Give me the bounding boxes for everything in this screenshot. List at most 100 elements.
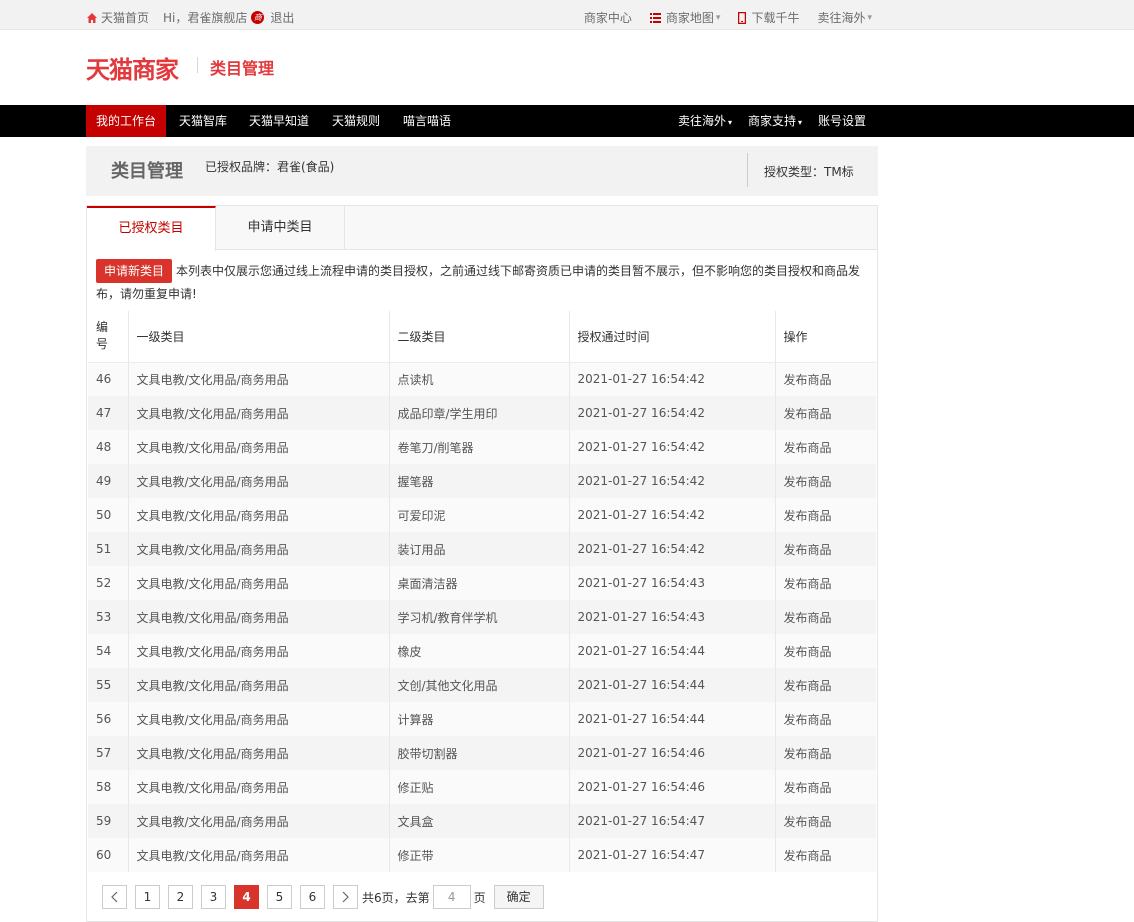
nav-item-overseas[interactable]: 卖往海外 ▾ [668,105,742,137]
row-level2-category: 卷笔刀/削笔器 [389,430,570,464]
row-level2-category: 可爱印泥 [389,498,570,532]
chevron-down-icon: ▾ [867,12,872,23]
table-row: 51 文具电教/文化用品/商务用品 装订用品 2021-01-27 16:54:42 发… [88,532,876,566]
row-level2-category: 橡皮 [389,634,570,668]
divider [747,153,748,187]
nav-item-rules[interactable]: 天猫规则 [322,105,390,137]
tmall-merchant-logo[interactable]: 天猫商家 [86,50,179,85]
publish-product-link[interactable]: 发布商品 [775,396,876,430]
row-level1-category: 文具电教/文化用品/商务用品 [128,498,390,532]
row-approved-time: 2021-01-27 16:54:46 [569,736,776,770]
prev-page-button[interactable] [102,885,127,909]
chevron-down-icon: ▾ [728,118,733,127]
goto-page-input[interactable]: 4 [432,885,471,909]
table-row: 50 文具电教/文化用品/商务用品 可爱印泥 2021-01-27 16:54:42 发… [88,498,876,532]
confirm-goto-button[interactable]: 确定 [493,885,544,909]
row-approved-time: 2021-01-27 16:54:42 [569,498,776,532]
publish-product-link[interactable]: 发布商品 [775,430,876,464]
apply-category-button[interactable]: 申请新类目 [96,259,173,283]
row-approved-time: 2021-01-27 16:54:42 [569,430,776,464]
publish-product-link[interactable]: 发布商品 [775,362,876,396]
page-suffix: 页 [473,890,486,905]
publish-product-link[interactable]: 发布商品 [775,770,876,804]
merchant-map-link[interactable]: 商家地图 ▾ [649,9,721,26]
publish-product-link[interactable]: 发布商品 [775,566,876,600]
row-level1-category: 文具电教/文化用品/商务用品 [128,566,390,600]
authorized-brand: 已授权品牌：君雀(食品) [205,160,335,174]
table-row: 49 文具电教/文化用品/商务用品 握笔器 2021-01-27 16:54:42 发布… [88,464,876,498]
page-title: 类目管理 [111,161,183,182]
nav-item-think-tank[interactable]: 天猫智库 [169,105,237,137]
row-approved-time: 2021-01-27 16:54:44 [569,634,776,668]
page-button[interactable]: 3 [201,885,226,909]
page-button[interactable]: 4 [234,885,259,909]
row-level1-category: 文具电教/文化用品/商务用品 [128,600,390,634]
publish-product-link[interactable]: 发布商品 [775,532,876,566]
row-level2-category: 握笔器 [389,464,570,498]
page-button[interactable]: 5 [267,885,292,909]
page-button[interactable]: 2 [168,885,193,909]
publish-product-link[interactable]: 发布商品 [775,634,876,668]
table-row: 58 文具电教/文化用品/商务用品 修正贴 2021-01-27 16:54:46 发布… [88,770,876,804]
publish-product-link[interactable]: 发布商品 [775,702,876,736]
row-level2-category: 点读机 [389,362,570,396]
notice-text: 本列表中仅展示您通过线上流程申请的类目授权，之前通过线下邮寄资质已申请的类目暂不… [96,264,861,301]
publish-product-link[interactable]: 发布商品 [775,464,876,498]
publish-product-link[interactable]: 发布商品 [775,600,876,634]
row-level2-category: 桌面清洁器 [389,566,570,600]
row-number: 56 [88,702,129,736]
overseas-link[interactable]: 卖往海外 ▾ [817,9,872,26]
row-level1-category: 文具电教/文化用品/商务用品 [128,634,390,668]
home-link[interactable]: 天猫首页 [101,9,149,26]
row-level1-category: 文具电教/文化用品/商务用品 [128,804,390,838]
chevron-down-icon: ▾ [715,12,721,23]
publish-product-link[interactable]: 发布商品 [775,498,876,532]
publish-product-link[interactable]: 发布商品 [775,736,876,770]
merchant-center-link[interactable]: 商家中心 [584,9,632,26]
nav-item-account-settings[interactable]: 账号设置 [808,105,876,137]
row-level2-category: 胶带切割器 [389,736,570,770]
row-number: 52 [88,566,129,600]
publish-product-link[interactable]: 发布商品 [775,668,876,702]
header-subtitle: 类目管理 [210,59,275,78]
row-approved-time: 2021-01-27 16:54:42 [569,464,776,498]
table-row: 46 文具电教/文化用品/商务用品 点读机 2021-01-27 16:54:42 发布… [88,362,876,396]
row-number: 59 [88,804,129,838]
nav-item-early-news[interactable]: 天猫早知道 [239,105,319,137]
top-bar: 天猫首页 Hi，君雀旗舰店 商 退出 商家中心 商家地图 ▾ 下载千牛 卖往海外 ▾ [0,0,1134,30]
table-row: 56 文具电教/文化用品/商务用品 计算器 2021-01-27 16:54:44 发布… [88,702,876,736]
tab-pending-categories[interactable]: 申请中类目 [216,206,345,250]
nav-item-community[interactable]: 喵言喵语 [393,105,461,137]
phone-icon [738,11,747,24]
category-table: 编号 一级类目 二级类目 授权通过时间 操作 46 文具电教/文化用品/商务用品点… [88,311,876,872]
row-level2-category: 文具盒 [389,804,570,838]
next-page-button[interactable] [333,885,358,909]
page-button[interactable]: 6 [300,885,325,909]
chevron-left-icon [111,891,118,903]
row-level2-category: 修正贴 [389,770,570,804]
row-number: 53 [88,600,129,634]
nav-item-support[interactable]: 商家支持 ▾ [738,105,812,137]
download-link[interactable]: 下载千牛 [738,9,799,26]
publish-product-link[interactable]: 发布商品 [775,804,876,838]
notice: 申请新类目 本列表中仅展示您通过线上流程申请的类目授权，之前通过线下邮寄资质已申请… [96,259,876,305]
authorization-type: 授权类型：TM标 [764,165,854,179]
col-header-approved-time: 授权通过时间 [569,311,776,363]
table-row: 60 文具电教/文化用品/商务用品 修正带 2021-01-27 16:54:47 发布… [88,838,876,872]
row-level1-category: 文具电教/文化用品/商务用品 [128,532,390,566]
row-level2-category: 成品印章/学生用印 [389,396,570,430]
row-number: 54 [88,634,129,668]
logout-link[interactable]: 退出 [270,9,294,26]
row-approved-time: 2021-01-27 16:54:46 [569,770,776,804]
nav-item-workbench[interactable]: 我的工作台 [86,105,167,137]
page-button[interactable]: 1 [135,885,160,909]
col-header-action: 操作 [775,311,876,363]
row-level2-category: 文创/其他文化用品 [389,668,570,702]
row-number: 46 [88,362,129,396]
tab-authorized-categories[interactable]: 已授权类目 [87,206,216,251]
row-approved-time: 2021-01-27 16:54:47 [569,838,776,872]
row-level2-category: 计算器 [389,702,570,736]
row-level1-category: 文具电教/文化用品/商务用品 [128,702,390,736]
publish-product-link[interactable]: 发布商品 [775,838,876,872]
row-number: 50 [88,498,129,532]
